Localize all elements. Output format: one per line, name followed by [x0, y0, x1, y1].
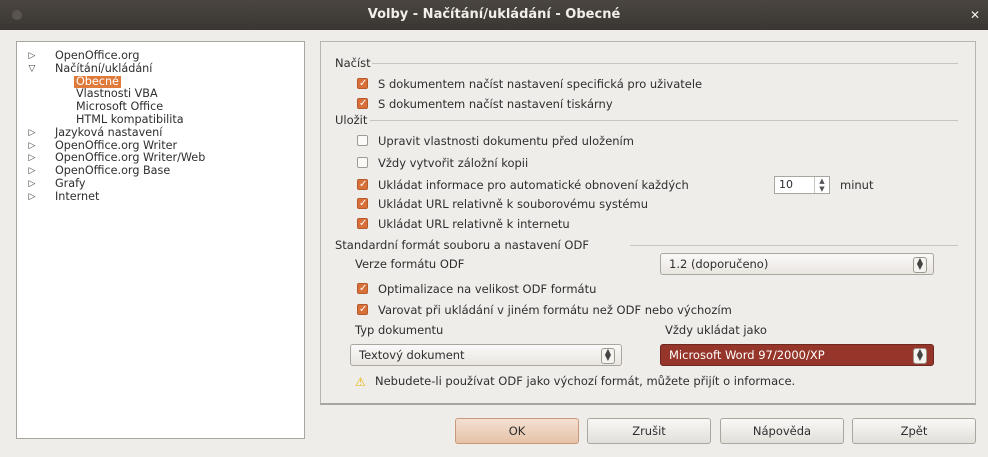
checkbox[interactable]	[357, 177, 368, 193]
document-type-select[interactable]: Textový dokument ▲ ▼	[350, 344, 622, 366]
option-label: S dokumentem načíst nastavení tiskárny	[378, 97, 613, 111]
option-label: Ukládat URL relativně k internetu	[378, 217, 570, 231]
collapsed-arrow-icon[interactable]: ▷	[27, 165, 37, 178]
minutes-unit-label: minut	[840, 178, 874, 192]
select-arrows-icon[interactable]: ▲ ▼	[913, 348, 927, 364]
tree-item-label: HTML kompatibilita	[76, 112, 184, 126]
help-button[interactable]: Nápověda	[720, 418, 844, 444]
expanded-arrow-icon[interactable]: ▽	[27, 63, 37, 76]
tree-item-label: OpenOffice.org	[55, 49, 140, 62]
window-title: Volby - Načítání/ukládání - Obecné	[367, 7, 621, 22]
tree-item-label: Jazyková nastavení	[55, 125, 163, 139]
collapsed-arrow-icon[interactable]: ▷	[27, 178, 37, 191]
tree-item-label: Načítání/ukládání	[55, 61, 153, 75]
options-dialog: Volby - Načítání/ukládání - Obecné ✕ ▷ Op…	[0, 0, 988, 457]
save-section-heading: Uložit	[335, 113, 368, 127]
option-label: Optimalizace na velikost ODF formátu	[378, 282, 597, 296]
section-divider	[630, 245, 958, 246]
tree-item[interactable]: ▷ Grafy	[17, 176, 304, 191]
back-button[interactable]: Zpět	[852, 418, 976, 444]
collapsed-arrow-icon[interactable]: ▷	[27, 191, 37, 204]
checkbox[interactable]	[357, 216, 368, 232]
always-save-as-label: Vždy ukládat jako	[665, 323, 767, 337]
spinner-value: 10	[779, 178, 793, 191]
collapsed-arrow-icon[interactable]: ▷	[27, 127, 37, 140]
tree-item-label: Grafy	[55, 176, 86, 190]
warning-text: Nebudete-li používat ODF jako výchozí fo…	[375, 374, 796, 388]
tree-item[interactable]: ▷ Internet	[17, 189, 304, 204]
autosave-minutes-spinner[interactable]: 10 ▲ ▼	[774, 176, 830, 194]
window-menu-icon[interactable]	[12, 10, 22, 20]
warning-icon: ⚠	[355, 375, 366, 389]
checkbox[interactable]	[357, 281, 368, 297]
checkbox[interactable]	[357, 302, 368, 318]
option-label: Upravit vlastnosti dokumentu před uložen…	[378, 134, 634, 148]
always-save-as-select[interactable]: Microsoft Word 97/2000/XP ▲ ▼	[660, 344, 934, 366]
tree-item[interactable]: ▷ OpenOffice.org	[17, 49, 304, 63]
title-bar: Volby - Načítání/ukládání - Obecné ✕	[0, 0, 988, 30]
odf-section-heading: Standardní formát souboru a nastavení OD…	[335, 238, 589, 252]
tree-item[interactable]: ▷ Jazyková nastavení	[17, 125, 304, 140]
collapsed-arrow-icon[interactable]: ▷	[27, 50, 37, 63]
select-value: 1.2 (doporučeno)	[669, 257, 769, 271]
option-label: Ukládat informace pro automatické obnove…	[378, 178, 689, 192]
select-value: Microsoft Word 97/2000/XP	[669, 348, 825, 362]
collapsed-arrow-icon[interactable]: ▷	[27, 140, 37, 153]
checkbox[interactable]	[357, 96, 368, 112]
document-type-label: Typ dokumentu	[355, 323, 444, 337]
tree-item[interactable]: ▽ Načítání/ukládání	[17, 61, 304, 76]
select-value: Textový dokument	[359, 348, 465, 362]
tree-item[interactable]: HTML kompatibilita	[17, 112, 304, 127]
option-label: S dokumentem načíst nastavení specifická…	[378, 77, 703, 91]
option-label: Varovat při ukládání v jiném formátu než…	[378, 303, 732, 317]
select-arrows-icon[interactable]: ▲ ▼	[913, 257, 927, 273]
spinner-arrows-icon[interactable]: ▲ ▼	[814, 177, 829, 193]
load-section-heading: Načíst	[335, 56, 371, 70]
cancel-button[interactable]: Zrušit	[587, 418, 711, 444]
checkbox[interactable]	[357, 135, 368, 146]
checkbox[interactable]	[357, 157, 368, 168]
ok-button[interactable]: OK	[455, 418, 579, 444]
options-tree: ▷ OpenOffice.org ▽ Načítání/ukládání Obecné V…	[16, 41, 305, 439]
option-label: Ukládat URL relativně k souborovému syst…	[378, 197, 648, 211]
section-divider	[372, 63, 958, 64]
odf-version-label: Verze formátu ODF	[355, 257, 465, 271]
checkbox[interactable]	[357, 76, 368, 92]
close-icon[interactable]: ✕	[968, 8, 982, 22]
odf-version-select[interactable]: 1.2 (doporučeno) ▲ ▼	[660, 253, 934, 275]
checkbox[interactable]	[357, 196, 368, 212]
tree-item[interactable]: Obecné	[17, 75, 304, 89]
tree-item-label: Internet	[55, 189, 100, 203]
select-arrows-icon[interactable]: ▲ ▼	[601, 348, 615, 364]
section-divider	[370, 120, 958, 121]
option-label: Vždy vytvořit záložní kopii	[378, 156, 529, 170]
collapsed-arrow-icon[interactable]: ▷	[27, 152, 37, 165]
